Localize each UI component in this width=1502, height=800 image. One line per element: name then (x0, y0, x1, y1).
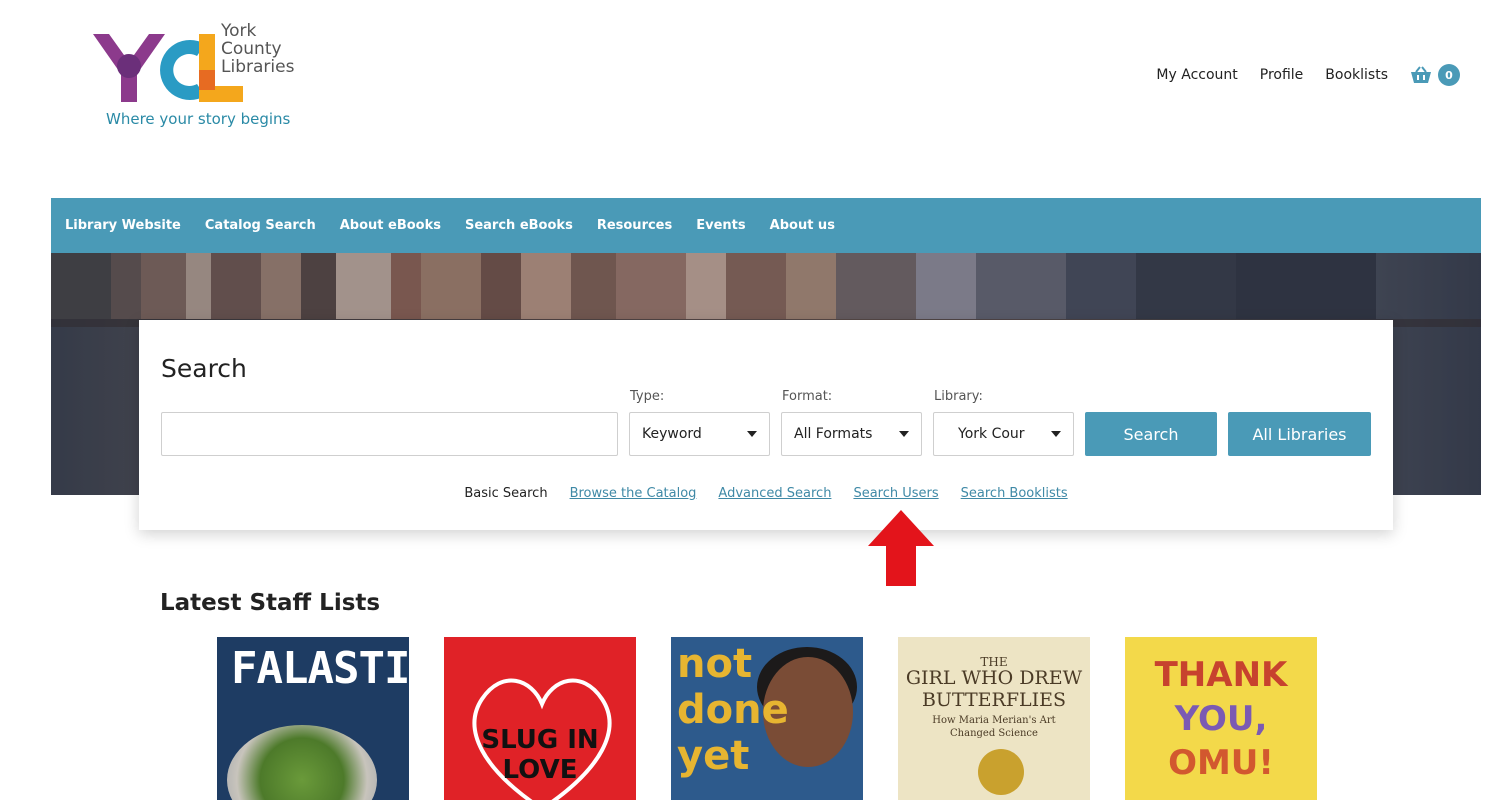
chevron-down-icon (1051, 431, 1061, 437)
search-mode-links: Basic Search Browse the Catalog Advanced… (139, 486, 1393, 501)
library-select[interactable]: York Cour (933, 412, 1074, 456)
staff-lists-heading: Latest Staff Lists (160, 590, 381, 616)
logo-name: York County Libraries (221, 21, 295, 77)
format-label: Format: (782, 389, 833, 404)
cart-count-badge: 0 (1438, 64, 1460, 86)
book-cover-girl-who-drew-butterflies[interactable]: THE GIRL WHO DREW BUTTERFLIES How Maria … (898, 637, 1090, 800)
format-select-value: All Formats (794, 426, 873, 442)
chevron-down-icon (747, 431, 757, 437)
red-up-arrow-icon (868, 510, 934, 586)
nav-item-about-us[interactable]: About us (770, 218, 835, 233)
site-logo[interactable]: York County Libraries Where your story b… (93, 22, 323, 132)
search-panel: Search Type: Keyword Format: All Formats… (139, 320, 1393, 530)
all-libraries-button[interactable]: All Libraries (1228, 412, 1371, 456)
book-cover-falastin[interactable]: FALASTIN (217, 637, 409, 800)
search-booklists-link[interactable]: Search Booklists (961, 486, 1068, 501)
advanced-search-link[interactable]: Advanced Search (718, 486, 831, 501)
library-label: Library: (934, 389, 983, 404)
type-select[interactable]: Keyword (629, 412, 770, 456)
my-account-link[interactable]: My Account (1156, 67, 1237, 83)
nav-item-catalog-search[interactable]: Catalog Search (205, 218, 316, 233)
basket-icon (1411, 66, 1431, 83)
browse-catalog-link[interactable]: Browse the Catalog (570, 486, 697, 501)
staff-list-covers: FALASTIN SLUG IN LOVE not done yet THE G… (217, 637, 1317, 800)
nav-item-resources[interactable]: Resources (597, 218, 672, 233)
search-users-link[interactable]: Search Users (853, 486, 938, 501)
nav-item-library-website[interactable]: Library Website (65, 218, 181, 233)
type-label: Type: (630, 389, 665, 404)
book-cover-thank-you-omu[interactable]: THANK YOU, OMU! (1125, 637, 1317, 800)
format-select[interactable]: All Formats (781, 412, 922, 456)
nav-item-events[interactable]: Events (696, 218, 745, 233)
search-heading: Search (161, 354, 247, 383)
account-links: My Account Profile Booklists 0 (1156, 64, 1460, 86)
book-cover-slug-in-love[interactable]: SLUG IN LOVE (444, 637, 636, 800)
search-button[interactable]: Search (1085, 412, 1217, 456)
booklists-link[interactable]: Booklists (1325, 67, 1388, 83)
type-select-value: Keyword (642, 426, 702, 442)
book-cover-not-done-yet[interactable]: not done yet (671, 637, 863, 800)
logo-tagline: Where your story begins (106, 110, 291, 128)
basic-search-label: Basic Search (464, 486, 548, 501)
profile-link[interactable]: Profile (1260, 67, 1304, 83)
salad-bowl-illustration (227, 725, 377, 800)
cart-button[interactable]: 0 (1410, 64, 1460, 86)
chevron-down-icon (899, 431, 909, 437)
nav-item-about-ebooks[interactable]: About eBooks (340, 218, 441, 233)
search-input[interactable] (161, 412, 618, 456)
award-medal-icon (978, 749, 1024, 795)
main-nav: Library Website Catalog Search About eBo… (51, 198, 1481, 253)
library-select-value: York Cour (958, 426, 1025, 442)
nav-item-search-ebooks[interactable]: Search eBooks (465, 218, 573, 233)
